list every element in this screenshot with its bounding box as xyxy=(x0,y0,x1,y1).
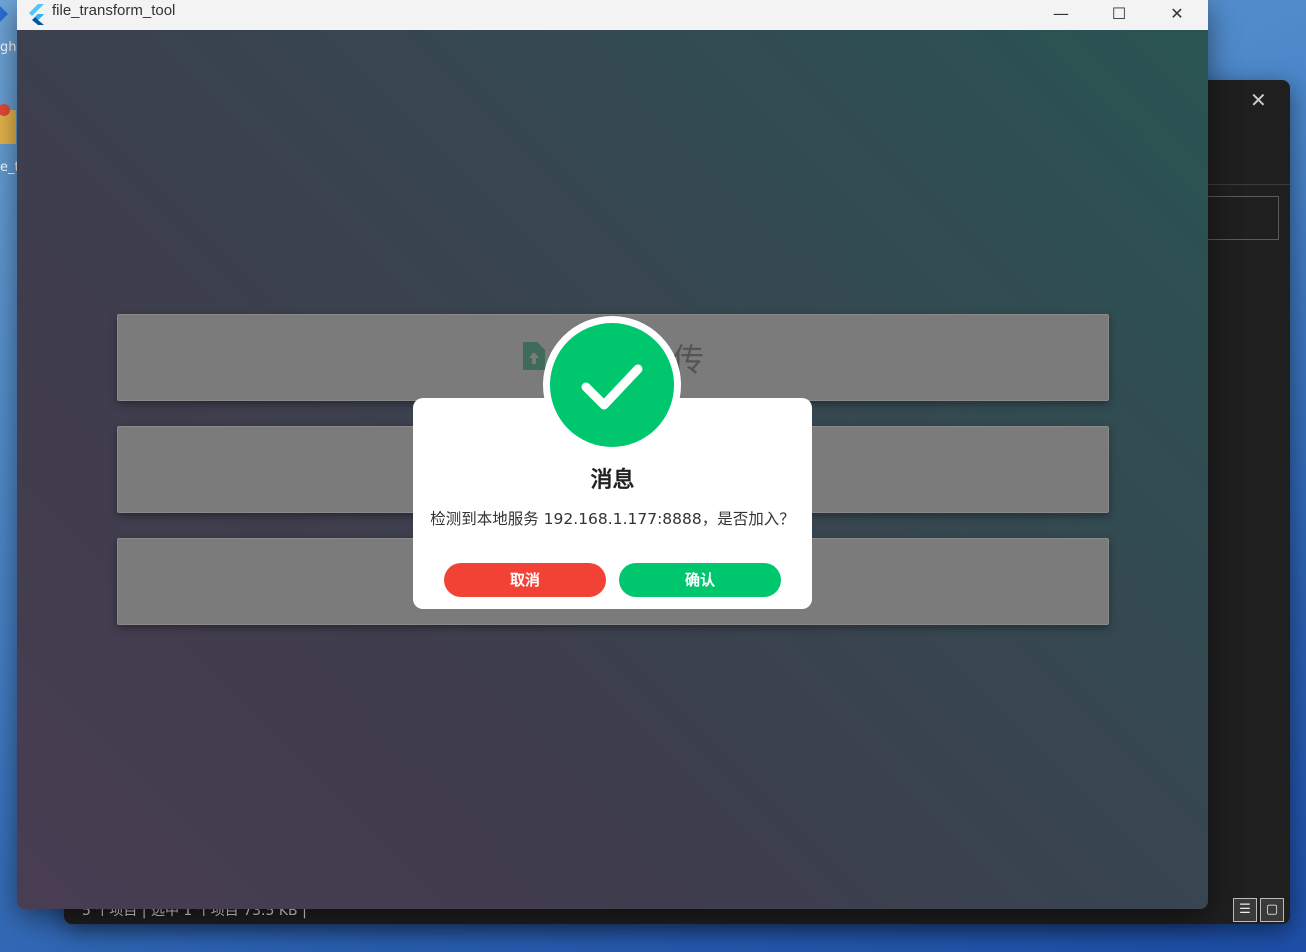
close-button[interactable]: ✕ xyxy=(1148,0,1206,30)
confirm-button[interactable]: 确认 xyxy=(619,563,781,597)
zip-folder-icon xyxy=(0,104,16,144)
cancel-button[interactable]: 取消 xyxy=(444,563,606,597)
dialog-message: 检测到本地服务 192.168.1.177:8888，是否加入？ xyxy=(430,510,795,528)
desktop-folder-icon[interactable] xyxy=(0,104,16,148)
title-bar[interactable]: file_transform_tool — ☐ ✕ xyxy=(17,0,1208,30)
background-input-box[interactable] xyxy=(1208,196,1279,240)
success-badge xyxy=(550,323,674,447)
desktop-icon-label-1: gh xyxy=(0,40,17,55)
file-upload-icon xyxy=(523,342,545,370)
tiles-view-icon[interactable]: ▢ xyxy=(1260,898,1284,922)
minimize-button[interactable]: — xyxy=(1032,0,1090,30)
desktop-icon-1[interactable] xyxy=(0,2,12,28)
maximize-button[interactable]: ☐ xyxy=(1090,0,1148,30)
document-icon xyxy=(0,6,8,22)
background-close-icon[interactable]: ✕ xyxy=(1250,88,1267,112)
checkmark-icon xyxy=(581,364,643,410)
flutter-logo-icon xyxy=(29,4,44,25)
dialog-title: 消息 xyxy=(590,468,635,493)
details-view-icon[interactable]: ☰ xyxy=(1233,898,1257,922)
window-title: file_transform_tool xyxy=(52,2,176,19)
background-divider xyxy=(1208,184,1290,185)
